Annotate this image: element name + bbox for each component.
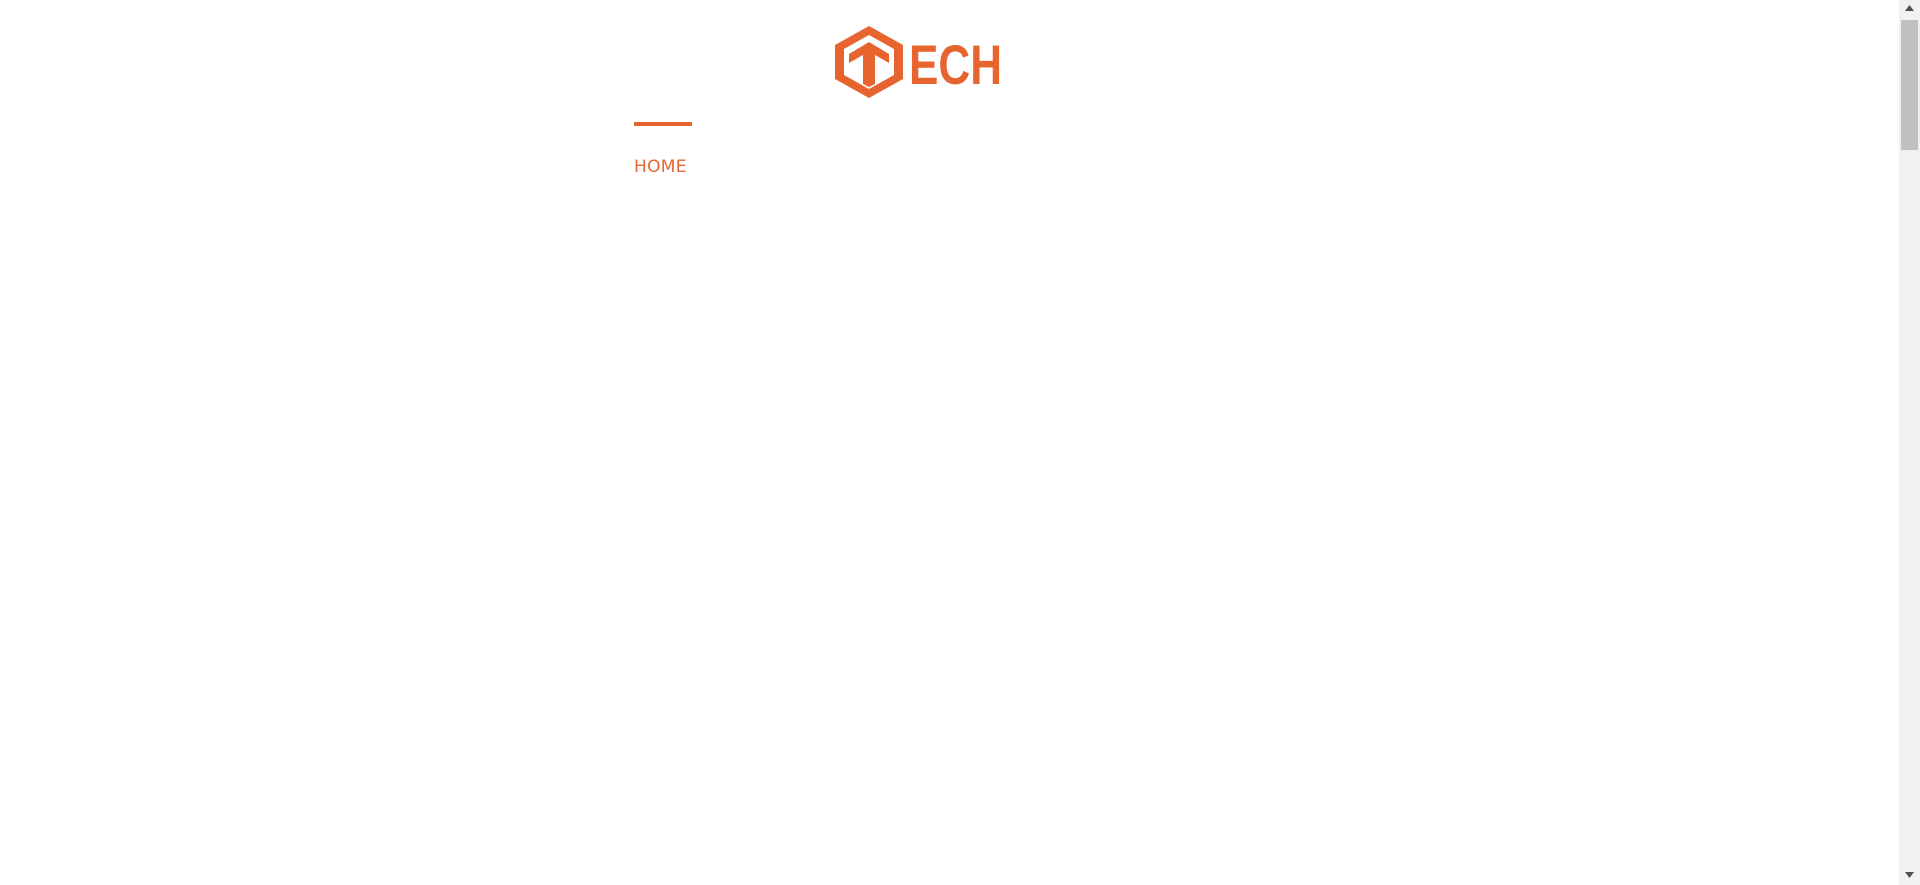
scroll-down-arrow-icon[interactable]	[1899, 867, 1920, 885]
nav-item-label: HOME	[634, 157, 687, 177]
tech-logo[interactable]: ECH	[834, 24, 1004, 100]
nav-item-home[interactable]: HOME	[634, 122, 692, 177]
vertical-scrollbar[interactable]	[1899, 0, 1920, 885]
active-indicator	[634, 122, 692, 126]
main-nav: HOME	[634, 122, 692, 177]
arrow-t-mark	[849, 42, 889, 87]
page: ECH HOME	[0, 0, 1920, 885]
logo-text: ECH	[909, 33, 1002, 96]
scroll-thumb[interactable]	[1901, 20, 1918, 150]
scroll-up-arrow-icon[interactable]	[1899, 0, 1920, 18]
